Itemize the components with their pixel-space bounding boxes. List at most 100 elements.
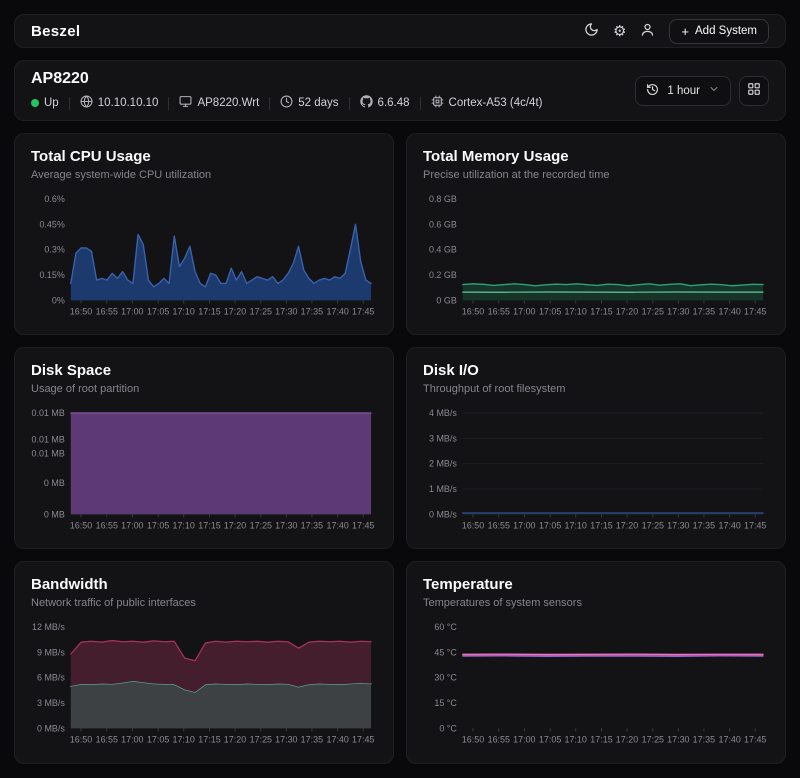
add-system-button[interactable]: + Add System [669,19,769,44]
status-chip: Up [31,97,59,109]
svg-text:17:30: 17:30 [275,306,297,316]
divider [69,97,70,110]
settings-button[interactable]: ⚙ [613,24,626,39]
svg-text:0.15%: 0.15% [39,270,64,280]
svg-text:17:10: 17:10 [172,521,194,531]
history-icon [646,83,659,99]
svg-text:17:30: 17:30 [275,735,297,745]
ip-chip: 10.10.10.10 [80,95,159,111]
svg-text:0%: 0% [52,295,65,305]
uptime-label: 52 days [298,97,338,109]
chevron-down-icon [708,83,720,98]
svg-text:17:05: 17:05 [147,735,169,745]
chip-model-label: Cortex-A53 (4c/4t) [449,97,543,109]
svg-text:0.6%: 0.6% [44,194,64,204]
svg-text:17:25: 17:25 [642,306,664,316]
svg-text:0.45%: 0.45% [39,219,64,229]
svg-text:0.4 GB: 0.4 GB [429,245,457,255]
svg-text:17:45: 17:45 [744,306,766,316]
top-bar: Beszel ⚙ + Add System [14,14,786,48]
svg-text:17:05: 17:05 [147,521,169,531]
svg-text:17:00: 17:00 [121,735,143,745]
svg-text:17:25: 17:25 [250,521,272,531]
theme-toggle-button[interactable] [584,22,599,40]
svg-text:17:05: 17:05 [539,521,561,531]
svg-text:16:50: 16:50 [462,521,484,531]
svg-text:17:40: 17:40 [327,521,349,531]
svg-text:0 MB: 0 MB [44,478,65,488]
svg-text:17:10: 17:10 [564,521,586,531]
bandwidth-card: Bandwidth Network traffic of public inte… [14,561,394,763]
top-bar-actions: ⚙ + Add System [584,19,769,44]
svg-text:16:55: 16:55 [96,306,118,316]
time-range-select[interactable]: 1 hour [635,76,731,106]
moon-icon [584,22,599,40]
disk-io-card-title: Disk I/O [423,362,769,379]
svg-text:0.3%: 0.3% [44,245,64,255]
system-info-bar: AP8220 Up 10.10.10.10 AP8220.Wrt [14,60,786,121]
cpu-card: Total CPU Usage Average system-wide CPU … [14,133,394,335]
svg-text:0 °C: 0 °C [439,724,457,734]
svg-text:60 °C: 60 °C [434,622,457,632]
brand-logo: Beszel [31,23,80,40]
svg-text:0 MB: 0 MB [44,510,65,520]
svg-text:17:45: 17:45 [744,735,766,745]
svg-text:16:55: 16:55 [488,735,510,745]
hostname-label: AP8220.Wrt [197,97,259,109]
system-name: AP8220 [31,70,542,88]
layout-toggle-button[interactable] [739,76,769,106]
svg-text:2 MB/s: 2 MB/s [429,459,457,469]
cpu-card-subtitle: Average system-wide CPU utilization [31,169,377,181]
svg-text:17:40: 17:40 [719,306,741,316]
svg-text:17:05: 17:05 [539,735,561,745]
status-dot-icon [31,99,39,107]
memory-usage-chart: 0.8 GB0.6 GB0.4 GB0.2 GB0 GB16:5016:5517… [423,193,769,326]
svg-text:17:30: 17:30 [667,521,689,531]
time-range-value: 1 hour [667,85,700,97]
svg-text:17:25: 17:25 [642,735,664,745]
svg-text:17:10: 17:10 [172,735,194,745]
svg-text:12 MB/s: 12 MB/s [32,622,65,632]
svg-text:16:55: 16:55 [96,521,118,531]
svg-text:4 MB/s: 4 MB/s [429,408,457,418]
system-info: AP8220 Up 10.10.10.10 AP8220.Wrt [31,70,542,111]
temperature-card: Temperature Temperatures of system senso… [406,561,786,763]
svg-text:17:20: 17:20 [616,521,638,531]
memory-card-title: Total Memory Usage [423,148,769,165]
svg-text:17:35: 17:35 [301,306,323,316]
svg-text:17:20: 17:20 [224,521,246,531]
svg-text:17:25: 17:25 [250,735,272,745]
disk-space-chart: 0.01 MB0.01 MB0.01 MB0 MB0 MB16:5016:551… [31,407,377,540]
svg-text:17:35: 17:35 [693,521,715,531]
svg-text:17:35: 17:35 [693,735,715,745]
svg-text:30 °C: 30 °C [434,673,457,683]
plus-icon: + [681,25,689,38]
svg-text:17:20: 17:20 [224,306,246,316]
globe-icon [80,95,93,111]
user-menu-button[interactable] [640,22,655,40]
grid-layout-icon [747,82,761,99]
svg-text:16:50: 16:50 [462,735,484,745]
svg-text:17:35: 17:35 [301,521,323,531]
svg-text:0 MB/s: 0 MB/s [37,724,65,734]
system-controls: 1 hour [635,76,769,106]
svg-text:17:25: 17:25 [250,306,272,316]
svg-text:17:10: 17:10 [564,735,586,745]
clock-icon [280,95,293,111]
svg-text:17:40: 17:40 [719,735,741,745]
disk-io-chart: 4 MB/s3 MB/s2 MB/s1 MB/s0 MB/s16:5016:55… [423,407,769,540]
svg-text:0.6 GB: 0.6 GB [429,219,457,229]
svg-text:1 MB/s: 1 MB/s [429,484,457,494]
svg-text:16:50: 16:50 [462,306,484,316]
svg-text:0 GB: 0 GB [436,295,456,305]
disk-io-card-subtitle: Throughput of root filesystem [423,383,769,395]
svg-text:9 MB/s: 9 MB/s [37,648,65,658]
svg-text:17:45: 17:45 [744,521,766,531]
temperature-card-title: Temperature [423,576,769,593]
divider [349,97,350,110]
agent-version-label: 6.6.48 [378,97,410,109]
add-system-label: Add System [695,25,757,37]
divider [420,97,421,110]
svg-text:17:15: 17:15 [198,735,220,745]
svg-text:17:30: 17:30 [667,735,689,745]
